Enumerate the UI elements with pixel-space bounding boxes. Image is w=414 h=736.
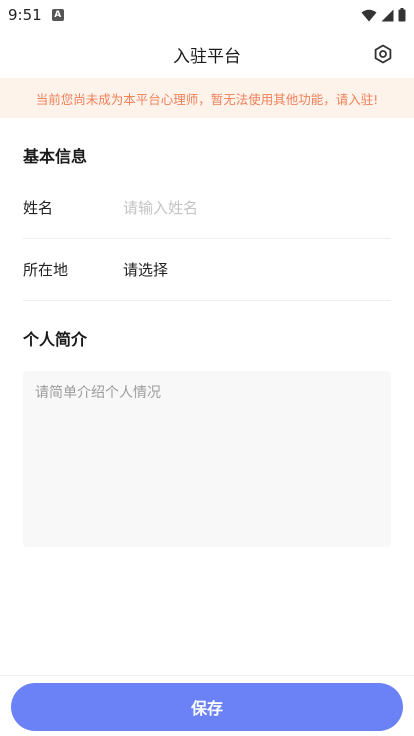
location-select[interactable]: 请选择 — [123, 259, 168, 280]
save-button[interactable]: 保存 — [11, 683, 403, 731]
nav-bar: 入驻平台 — [0, 30, 414, 78]
name-row: 姓名 — [23, 177, 391, 239]
section-title-intro: 个人简介 — [23, 330, 88, 349]
section-title-basic-info: 基本信息 — [23, 147, 88, 166]
location-label: 所在地 — [23, 261, 69, 279]
status-icons — [361, 8, 406, 22]
name-input[interactable] — [123, 198, 391, 217]
location-row[interactable]: 所在地 请选择 — [23, 239, 391, 301]
settings-button[interactable] — [372, 43, 394, 65]
signal-icon — [381, 9, 394, 21]
battery-icon — [398, 8, 406, 22]
status-bar: 9:51 A — [0, 0, 414, 30]
name-label: 姓名 — [23, 199, 54, 217]
page-title: 入驻平台 — [173, 46, 241, 67]
status-time: 9:51 — [8, 6, 42, 24]
settings-icon — [374, 44, 392, 64]
wifi-icon — [361, 9, 377, 21]
page: 9:51 A 入驻平台 当前您尚未成为本平台心理师，暂无法使用其他功能，请入驻!… — [0, 0, 414, 736]
app-badge-icon: A — [51, 9, 64, 21]
bottom-bar: 保存 — [0, 675, 414, 736]
intro-textarea[interactable] — [23, 371, 391, 547]
notice-banner: 当前您尚未成为本平台心理师，暂无法使用其他功能，请入驻! — [0, 78, 414, 118]
